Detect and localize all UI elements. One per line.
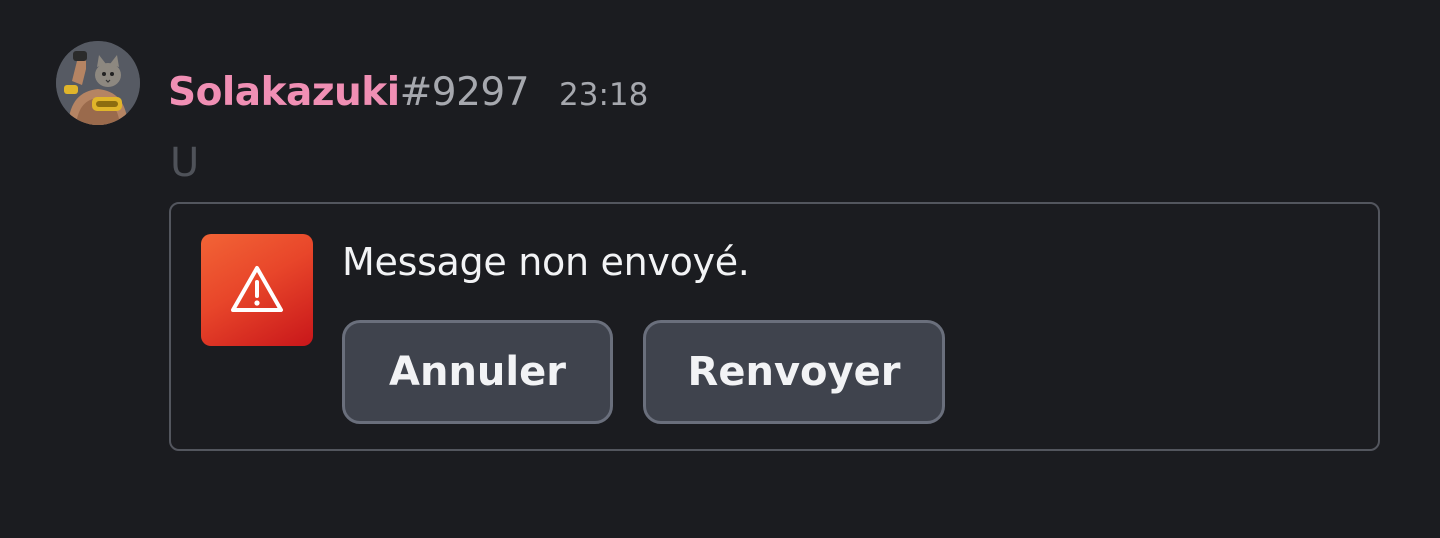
author-discriminator: #9297 — [399, 70, 530, 115]
message-content: U — [170, 140, 200, 186]
warning-badge — [201, 234, 313, 346]
message-header: Solakazuki #9297 23:18 — [168, 70, 648, 124]
message-timestamp: 23:18 — [559, 77, 649, 113]
resend-button[interactable]: Renvoyer — [643, 320, 945, 424]
warning-triangle-icon — [231, 266, 283, 312]
chat-message-view: Solakazuki #9297 23:18 U Message non env… — [0, 0, 1440, 538]
author-username[interactable]: Solakazuki — [168, 70, 400, 115]
error-title: Message non envoyé. — [342, 240, 750, 284]
send-error-card: Message non envoyé. Annuler Renvoyer — [169, 202, 1380, 451]
user-avatar-icon[interactable] — [56, 41, 140, 125]
cancel-button[interactable]: Annuler — [342, 320, 613, 424]
